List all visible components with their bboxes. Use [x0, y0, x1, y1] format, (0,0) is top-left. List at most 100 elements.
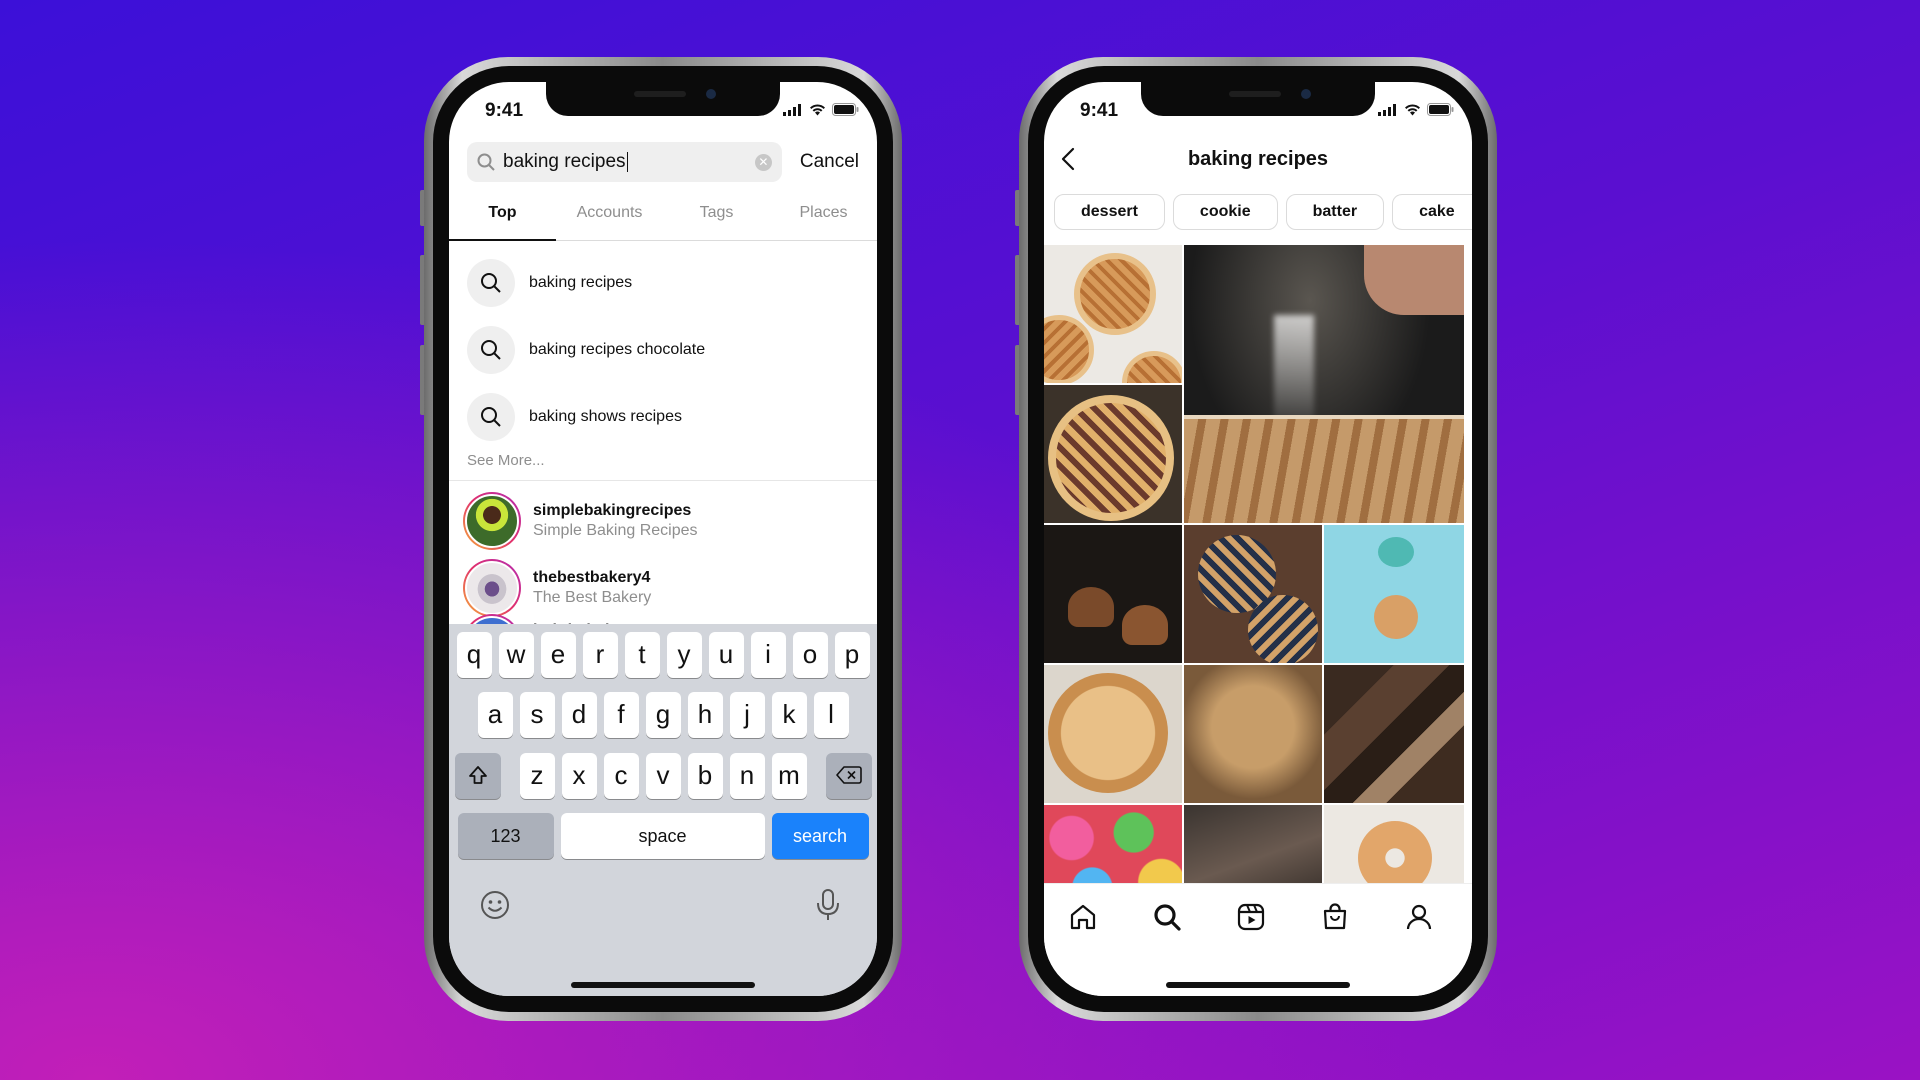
key-j[interactable]: j — [729, 692, 765, 738]
avatar-image — [465, 561, 519, 615]
emoji-icon[interactable] — [479, 889, 511, 921]
muffin-image — [1068, 587, 1114, 627]
chip-cake[interactable]: cake — [1392, 194, 1472, 230]
key-z[interactable]: z — [519, 753, 555, 799]
chip-batter[interactable]: batter — [1285, 194, 1385, 230]
shop-icon[interactable] — [1320, 902, 1350, 932]
suggestion-item[interactable]: baking shows recipes — [467, 392, 859, 442]
phone-right: 9:41 baking recipes dessert cookie batte… — [1019, 57, 1497, 1021]
key-y[interactable]: y — [666, 632, 702, 678]
key-m[interactable]: m — [771, 753, 807, 799]
divider — [449, 480, 877, 481]
reels-icon[interactable] — [1236, 902, 1266, 932]
key-e[interactable]: e — [540, 632, 576, 678]
cancel-button[interactable]: Cancel — [800, 151, 859, 173]
status-time: 9:41 — [1080, 100, 1119, 121]
signal-icon — [1378, 103, 1396, 116]
search-icon[interactable] — [1152, 902, 1182, 932]
key-g[interactable]: g — [645, 692, 681, 738]
home-icon[interactable] — [1068, 902, 1098, 932]
numbers-key[interactable]: 123 — [457, 813, 554, 859]
key-n[interactable]: n — [729, 753, 765, 799]
tab-tags[interactable]: Tags — [663, 190, 770, 240]
search-row: baking recipes ✕ Cancel — [467, 142, 859, 182]
microphone-icon[interactable] — [815, 888, 841, 922]
shift-key[interactable] — [454, 753, 501, 799]
suggestion-item[interactable]: baking recipes — [467, 258, 859, 308]
account-item[interactable]: simplebakingrecipes Simple Baking Recipe… — [463, 492, 859, 550]
key-p[interactable]: p — [834, 632, 870, 678]
key-l[interactable]: l — [813, 692, 849, 738]
phone-bezel: 9:41 baking recipes ✕ Cancel Top Account… — [433, 66, 893, 1012]
backspace-key[interactable] — [825, 753, 872, 799]
bottom-tab-bar — [1044, 883, 1472, 996]
key-s[interactable]: s — [519, 692, 555, 738]
key-d[interactable]: d — [561, 692, 597, 738]
search-icon — [467, 326, 515, 374]
post-thumbnail[interactable] — [1184, 245, 1464, 523]
key-c[interactable]: c — [603, 753, 639, 799]
search-key[interactable]: search — [771, 813, 869, 859]
avatar — [463, 559, 521, 617]
search-input[interactable]: baking recipes ✕ — [467, 142, 782, 182]
backspace-icon — [835, 766, 862, 784]
key-i[interactable]: i — [750, 632, 786, 678]
post-thumbnail[interactable] — [1044, 665, 1182, 803]
filter-chips: dessert cookie batter cake — [1054, 194, 1472, 230]
key-k[interactable]: k — [771, 692, 807, 738]
suggestion-item[interactable]: baking recipes chocolate — [467, 325, 859, 375]
muffin-image — [1122, 605, 1168, 645]
account-name: The Best Bakery — [533, 589, 652, 606]
pie-image — [1048, 673, 1168, 793]
clear-icon[interactable]: ✕ — [754, 153, 772, 171]
pie-image — [1122, 351, 1182, 383]
tab-accounts[interactable]: Accounts — [556, 190, 663, 240]
search-icon — [467, 393, 515, 441]
key-f[interactable]: f — [603, 692, 639, 738]
space-key[interactable]: space — [560, 813, 765, 859]
key-w[interactable]: w — [498, 632, 534, 678]
post-thumbnail[interactable] — [1044, 385, 1182, 523]
key-o[interactable]: o — [792, 632, 828, 678]
pie-image — [1048, 395, 1174, 521]
tab-top[interactable]: Top — [449, 190, 556, 241]
key-a[interactable]: a — [477, 692, 513, 738]
pie-image — [1044, 315, 1094, 383]
search-query: baking recipes — [503, 151, 626, 172]
account-text: simplebakingrecipes Simple Baking Recipe… — [533, 502, 698, 540]
chip-dessert[interactable]: dessert — [1054, 194, 1165, 230]
key-b[interactable]: b — [687, 753, 723, 799]
post-thumbnail[interactable] — [1184, 665, 1322, 803]
profile-icon[interactable] — [1404, 902, 1434, 932]
tart-image — [1248, 595, 1318, 663]
tab-places[interactable]: Places — [770, 190, 877, 240]
notch — [546, 82, 780, 116]
key-v[interactable]: v — [645, 753, 681, 799]
chip-cookie[interactable]: cookie — [1172, 194, 1278, 230]
post-thumbnail[interactable] — [1184, 525, 1322, 663]
shift-icon — [468, 766, 487, 784]
search-screen: 9:41 baking recipes ✕ Cancel Top Account… — [449, 82, 877, 996]
key-u[interactable]: u — [708, 632, 744, 678]
post-thumbnail[interactable] — [1324, 665, 1464, 803]
see-more-link[interactable]: See More... — [467, 452, 545, 469]
home-indicator[interactable] — [571, 982, 755, 988]
key-q[interactable]: q — [456, 632, 492, 678]
key-h[interactable]: h — [687, 692, 723, 738]
battery-icon — [1427, 103, 1454, 116]
notch — [1141, 82, 1375, 116]
key-t[interactable]: t — [624, 632, 660, 678]
wifi-icon — [1405, 103, 1420, 115]
key-x[interactable]: x — [561, 753, 597, 799]
post-thumbnail[interactable] — [1044, 525, 1182, 663]
key-r[interactable]: r — [582, 632, 618, 678]
account-text: thebestbakery4 The Best Bakery — [533, 569, 651, 607]
pie-image — [1074, 253, 1156, 335]
account-item[interactable]: thebestbakery4 The Best Bakery — [463, 559, 859, 617]
home-indicator[interactable] — [1166, 982, 1350, 988]
post-thumbnail[interactable] — [1044, 245, 1182, 383]
status-icons — [783, 103, 859, 116]
page-title: baking recipes — [1187, 148, 1329, 170]
post-thumbnail[interactable] — [1324, 525, 1464, 663]
phone-left: 9:41 baking recipes ✕ Cancel Top Account… — [424, 57, 902, 1021]
